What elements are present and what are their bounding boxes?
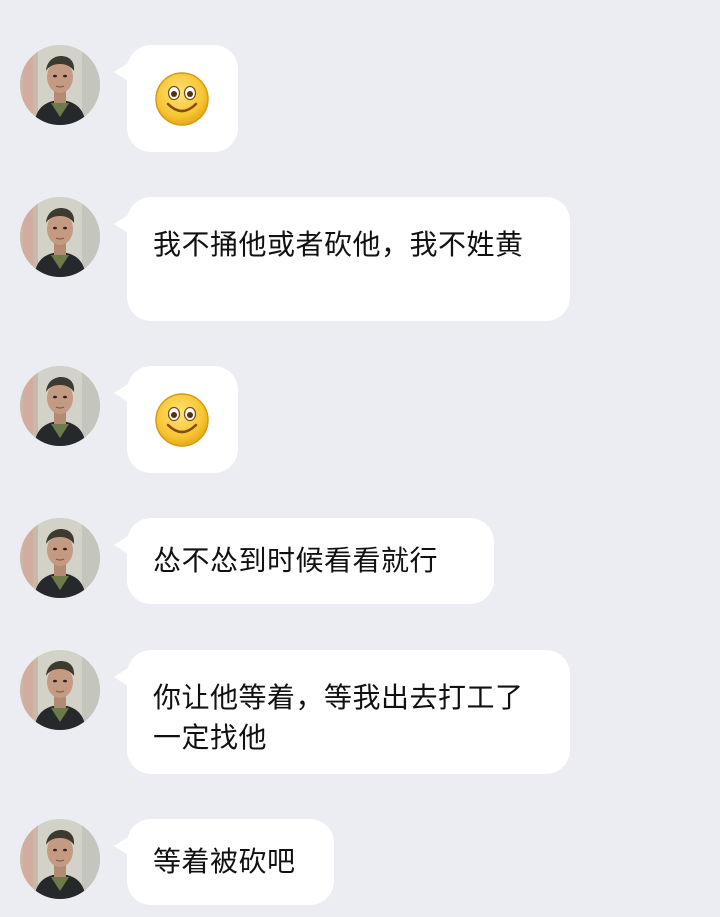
avatar[interactable] <box>20 366 100 446</box>
chat-screen: { "chat": { "messages": [ { "type": "emo… <box>0 0 720 917</box>
smile-emoji-icon <box>154 71 210 127</box>
avatar[interactable] <box>20 650 100 730</box>
message-text: 你让他等着，等我出去打工了一定找他 <box>153 681 524 754</box>
avatar[interactable] <box>20 45 100 125</box>
message-text: 我不捅他或者砍他，我不姓黄 <box>153 228 524 261</box>
avatar-photo <box>20 819 100 899</box>
message-bubble[interactable] <box>114 45 238 152</box>
avatar-photo <box>20 197 100 277</box>
message-bubble[interactable] <box>114 366 238 473</box>
avatar[interactable] <box>20 819 100 899</box>
message-bubble[interactable]: 你让他等着，等我出去打工了一定找他 <box>114 650 570 774</box>
message-text: 等着被砍吧 <box>153 845 296 878</box>
avatar-photo <box>20 366 100 446</box>
avatar[interactable] <box>20 518 100 598</box>
message-bubble[interactable]: 怂不怂到时候看看就行 <box>114 518 494 604</box>
message-text: 怂不怂到时候看看就行 <box>153 544 439 577</box>
avatar-photo <box>20 650 100 730</box>
message-bubble[interactable]: 等着被砍吧 <box>114 819 334 905</box>
message-bubble[interactable]: 我不捅他或者砍他，我不姓黄 <box>114 197 570 321</box>
smile-emoji-icon <box>154 392 210 448</box>
avatar-photo <box>20 45 100 125</box>
avatar[interactable] <box>20 197 100 277</box>
avatar-photo <box>20 518 100 598</box>
